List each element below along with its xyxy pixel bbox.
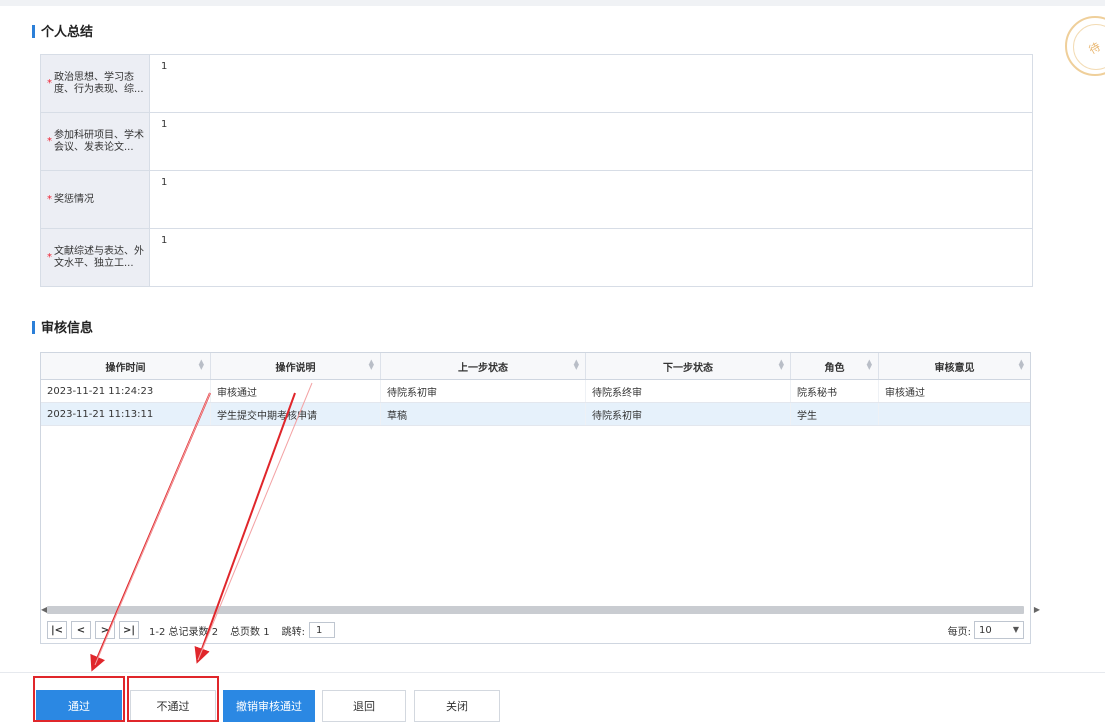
per-page: 每页: 10 ▼ (948, 621, 1024, 639)
cell-description: 学生提交中期考核申请 (211, 403, 381, 425)
form-value[interactable]: 1 (150, 55, 1032, 112)
scroll-right-icon[interactable]: ▶ (1034, 605, 1040, 614)
form-value[interactable]: 1 (150, 113, 1032, 170)
prev-page-button[interactable]: < (71, 621, 91, 639)
per-page-select[interactable]: 10 ▼ (974, 621, 1024, 639)
review-title-text: 审核信息 (41, 321, 94, 336)
form-label: * 文献综述与表达、外文水平、独立工... (41, 229, 150, 286)
title-accent-bar (32, 321, 35, 334)
jump-input[interactable]: 1 (308, 622, 335, 638)
next-page-button[interactable]: > (95, 621, 115, 639)
horizontal-scrollbar[interactable] (47, 606, 1024, 614)
highlight-box-reject (127, 676, 219, 722)
cell-prev-status: 草稿 (381, 403, 586, 425)
form-label: * 政治思想、学习态度、行为表现、综... (41, 55, 150, 112)
column-header-next-status[interactable]: 下一步状态 ▲ ▼ (586, 353, 791, 379)
record-count: 1-2 总记录数 2 (149, 626, 219, 638)
last-page-button[interactable]: >| (119, 621, 139, 639)
sort-icon[interactable]: ▲ ▼ (1019, 359, 1024, 371)
pagination-bar: |< < > >| 1-2 总记录数 2 总页数 1 跳转: 1 每页: 10 … (41, 617, 1030, 643)
jump-label: 跳转: (281, 626, 305, 638)
column-header-prev-status[interactable]: 上一步状态 ▲ ▼ (381, 353, 586, 379)
cell-description: 审核通过 (211, 380, 381, 402)
table-row[interactable]: 2023-11-21 11:13:11 学生提交中期考核申请 草稿 待院系初审 … (41, 403, 1030, 426)
sort-icon[interactable]: ▲ ▼ (867, 359, 872, 371)
grid-header: 操作时间 ▲ ▼ 操作说明 ▲ ▼ 上一步状态 ▲ ▼ 下一步状态 ▲ ▼ 角色 ▲ ▼ 审核意见 ▲… (41, 353, 1030, 380)
form-row: * 文献综述与表达、外文水平、独立工... 1 (41, 229, 1032, 286)
form-row: * 奖惩情况 1 (41, 171, 1032, 229)
return-button[interactable]: 退回 (322, 690, 406, 722)
cell-opinion: 审核通过 (885, 387, 925, 399)
chevron-down-icon: ▼ (1012, 625, 1019, 634)
column-header-role[interactable]: 角色 ▲ ▼ (791, 353, 879, 379)
close-button[interactable]: 关闭 (414, 690, 500, 722)
summary-section-title: 个人总结 (32, 21, 93, 40)
review-section-title: 审核信息 (32, 317, 93, 336)
table-row[interactable]: 2023-11-21 11:24:23 审核通过 待院系初审 待院系终审 院系秘… (41, 380, 1030, 403)
cell-prev-status: 待院系初审 (381, 380, 586, 402)
highlight-box-approve (33, 676, 125, 722)
cell-next-status: 待院系终审 (586, 380, 791, 402)
page-count: 总页数 1 (230, 626, 270, 638)
required-mark: * (47, 193, 52, 205)
summary-form: * 政治思想、学习态度、行为表现、综... 1 * 参加科研项目、学术会议、发表论文… (40, 54, 1033, 287)
per-page-label: 每页: (947, 626, 971, 638)
form-label: * 参加科研项目、学术会议、发表论文... (41, 113, 150, 170)
column-header-opinion[interactable]: 审核意见 ▲ ▼ (879, 353, 1030, 379)
required-mark: * (47, 251, 52, 263)
column-header-time[interactable]: 操作时间 ▲ ▼ (41, 353, 211, 379)
column-header-description[interactable]: 操作说明 ▲ ▼ (211, 353, 381, 379)
revoke-approval-button[interactable]: 撤销审核通过 (223, 690, 315, 722)
title-accent-bar (32, 25, 35, 38)
review-grid: 操作时间 ▲ ▼ 操作说明 ▲ ▼ 上一步状态 ▲ ▼ 下一步状态 ▲ ▼ 角色 ▲ ▼ 审核意见 ▲… (40, 352, 1040, 644)
form-row: * 参加科研项目、学术会议、发表论文... 1 (41, 113, 1032, 171)
sort-icon[interactable]: ▲ ▼ (779, 359, 784, 371)
form-value[interactable]: 1 (150, 171, 1032, 228)
required-mark: * (47, 77, 52, 89)
cell-role: 院系秘书 (791, 380, 879, 402)
form-value[interactable]: 1 (150, 229, 1032, 286)
cell-role: 学生 (791, 403, 879, 425)
top-strip (0, 0, 1105, 6)
cell-time: 2023-11-21 11:24:23 (41, 380, 211, 402)
sort-icon[interactable]: ▲ ▼ (574, 359, 579, 371)
form-label: * 奖惩情况 (41, 171, 150, 228)
cell-next-status: 待院系初审 (586, 403, 791, 425)
form-row: * 政治思想、学习态度、行为表现、综... 1 (41, 55, 1032, 113)
summary-title-text: 个人总结 (41, 25, 94, 40)
required-mark: * (47, 135, 52, 147)
sort-icon[interactable]: ▲ ▼ (369, 359, 374, 371)
sort-icon[interactable]: ▲ ▼ (199, 359, 204, 371)
first-page-button[interactable]: |< (47, 621, 67, 639)
cell-time: 2023-11-21 11:13:11 (41, 403, 211, 425)
status-stamp: 待 (1065, 16, 1105, 76)
cell-opinion (879, 403, 1030, 425)
